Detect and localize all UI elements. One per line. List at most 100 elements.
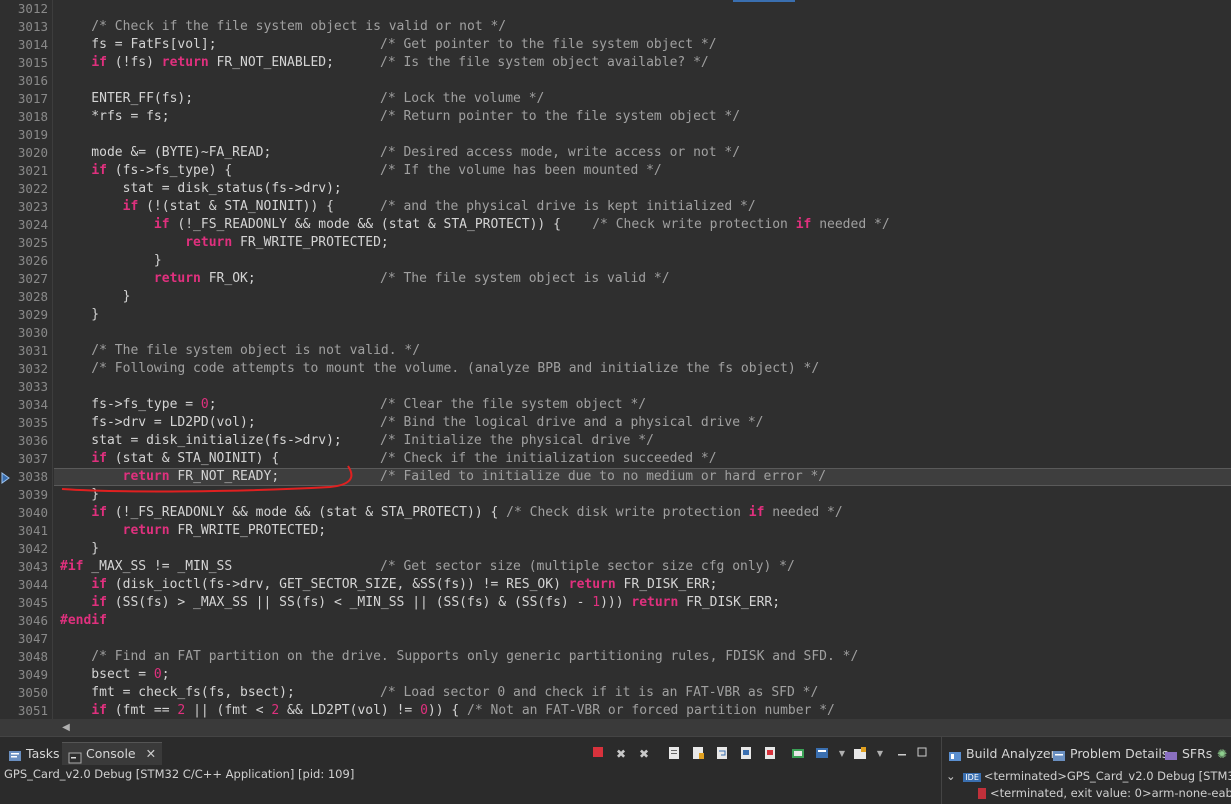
line-number: 3024 bbox=[17, 217, 48, 232]
chevron-down-icon[interactable]: ▼ bbox=[872, 746, 888, 762]
code-area[interactable]: /* Check if the file system object is va… bbox=[54, 0, 1231, 719]
tab-tasks[interactable]: Tasks bbox=[8, 745, 60, 763]
tab-build-analyzer-label: Build Analyzer bbox=[966, 746, 1056, 761]
tab-tasks-label: Tasks bbox=[26, 746, 60, 761]
code-line[interactable]: if (!_FS_READONLY && mode && (stat & STA… bbox=[54, 216, 1231, 234]
close-icon[interactable]: ✕ bbox=[146, 746, 156, 761]
code-line[interactable] bbox=[54, 126, 1231, 144]
line-number: 3025 bbox=[17, 235, 48, 250]
tab-sfrs[interactable]: SFRs bbox=[1164, 745, 1212, 763]
code-line[interactable]: return FR_OK; /* The file system object i… bbox=[54, 270, 1231, 288]
code-line[interactable]: if (fs->fs_type) {/* If the volume has b… bbox=[54, 162, 1231, 180]
line-number: 3029 bbox=[17, 307, 48, 322]
code-line[interactable]: } bbox=[54, 306, 1231, 324]
code-comment: /* Is the file system object available? … bbox=[380, 55, 709, 70]
show-on-error-button[interactable] bbox=[762, 746, 778, 762]
show-on-output-button[interactable] bbox=[738, 746, 754, 762]
tree-item-terminated-launch[interactable]: ⌄ IDE <terminated>GPS_Card_v2.0 Debug [ST… bbox=[946, 769, 1231, 783]
code-line[interactable]: if (SS(fs) > _MAX_SS || SS(fs) < _MIN_SS… bbox=[54, 594, 1231, 612]
code-text: fmt = check_fs(fs, bsect); bbox=[60, 685, 295, 700]
line-number: 3043 bbox=[17, 559, 48, 574]
code-line[interactable] bbox=[54, 0, 1231, 18]
code-text: if (SS(fs) > _MAX_SS || SS(fs) < _MIN_SS… bbox=[91, 595, 781, 610]
code-text: stat = disk_status(fs->drv); bbox=[60, 181, 342, 196]
chevron-down-icon[interactable]: ▼ bbox=[834, 746, 850, 762]
code-text: } bbox=[60, 253, 162, 268]
code-line[interactable]: } bbox=[54, 288, 1231, 306]
code-line[interactable]: /* The file system object is not valid. … bbox=[54, 342, 1231, 360]
maximize-icon[interactable] bbox=[914, 746, 930, 762]
code-line[interactable] bbox=[54, 630, 1231, 648]
code-line[interactable]: /* Find an FAT partition on the drive. S… bbox=[54, 648, 1231, 666]
line-number: 3050 bbox=[17, 685, 48, 700]
highlighted-code-line[interactable]: return FR_NOT_READY; /* Failed to initial… bbox=[54, 468, 1231, 486]
line-number: 3046 bbox=[17, 613, 48, 628]
code-comment: /* Lock the volume */ bbox=[380, 91, 545, 106]
code-line[interactable]: #if _MAX_SS != _MIN_SS /* Get sector size… bbox=[54, 558, 1231, 576]
word-wrap-button[interactable] bbox=[714, 746, 730, 762]
open-console-button[interactable] bbox=[852, 746, 868, 762]
tab-console[interactable]: Console ✕ bbox=[62, 742, 163, 765]
code-line[interactable]: ENTER_FF(fs); /* Lock the volume */ bbox=[54, 90, 1231, 108]
code-line[interactable] bbox=[54, 72, 1231, 90]
code-line[interactable]: /* Following code attempts to mount the … bbox=[54, 360, 1231, 378]
display-selected-console-button[interactable] bbox=[814, 746, 830, 762]
code-line[interactable]: if (stat & STA_NOINIT) {/* Check if the … bbox=[54, 450, 1231, 468]
code-line[interactable]: fmt = check_fs(fs, bsect); /* Load sector… bbox=[54, 684, 1231, 702]
code-text: } bbox=[60, 487, 100, 502]
horizontal-scrollbar[interactable]: ◀ bbox=[0, 719, 1231, 736]
line-number: 3042 bbox=[17, 541, 48, 556]
code-line[interactable]: stat = disk_initialize(fs->drv); /* Initi… bbox=[54, 432, 1231, 450]
code-line[interactable]: return FR_WRITE_PROTECTED; bbox=[54, 522, 1231, 540]
code-line[interactable]: if (fmt == 2 || (fmt < 2 && LD2PT(vol) !… bbox=[54, 702, 1231, 719]
scroll-lock-button[interactable] bbox=[690, 746, 706, 762]
terminate-button[interactable] bbox=[590, 746, 606, 762]
chevron-down-icon[interactable]: ⌄ bbox=[946, 769, 956, 783]
code-line[interactable]: if (disk_ioctl(fs->drv, GET_SECTOR_SIZE,… bbox=[54, 576, 1231, 594]
scroll-left-icon[interactable]: ◀ bbox=[60, 721, 72, 734]
clear-console-button[interactable] bbox=[666, 746, 682, 762]
code-line[interactable]: stat = disk_status(fs->drv); bbox=[54, 180, 1231, 198]
code-text: if (!(stat & STA_NOINIT)) { bbox=[122, 199, 334, 214]
code-line[interactable]: if (!(stat & STA_NOINIT)) {/* and the ph… bbox=[54, 198, 1231, 216]
pin-console-button[interactable] bbox=[790, 746, 806, 762]
code-line[interactable]: } bbox=[54, 486, 1231, 504]
line-number: 3040 bbox=[17, 505, 48, 520]
code-line[interactable]: if (!_FS_READONLY && mode && (stat & STA… bbox=[54, 504, 1231, 522]
code-line[interactable]: if (!fs) return FR_NOT_ENABLED; /* Is the… bbox=[54, 54, 1231, 72]
code-line[interactable]: fs = FatFs[vol]; /* Get pointer to the fi… bbox=[54, 36, 1231, 54]
code-text: fs->fs_type = 0; bbox=[60, 397, 217, 412]
code-line[interactable]: fs->drv = LD2PD(vol); /* Bind the logical… bbox=[54, 414, 1231, 432]
code-line[interactable] bbox=[54, 378, 1231, 396]
code-line[interactable]: #endif bbox=[54, 612, 1231, 630]
tab-problem-details[interactable]: Problem Details bbox=[1052, 745, 1168, 763]
code-line[interactable]: } bbox=[54, 540, 1231, 558]
code-line[interactable]: bsect = 0; bbox=[54, 666, 1231, 684]
line-number: 3012 bbox=[17, 1, 48, 16]
code-line[interactable]: fs->fs_type = 0; /* Clear the file system… bbox=[54, 396, 1231, 414]
code-text: /* The file system object is not valid. … bbox=[60, 343, 421, 358]
tab-build-analyzer[interactable]: Build Analyzer bbox=[948, 745, 1056, 763]
code-text: bsect = 0; bbox=[60, 667, 170, 682]
code-line[interactable]: /* Check if the file system object is va… bbox=[54, 18, 1231, 36]
line-number: 3016 bbox=[17, 73, 48, 88]
problem-details-icon bbox=[1052, 749, 1066, 761]
code-comment: /* Clear the file system object */ bbox=[380, 397, 647, 412]
tree-item-process[interactable]: <terminated, exit value: 0>arm-none-eabi… bbox=[978, 786, 1231, 800]
code-line[interactable]: mode &= (BYTE)~FA_READ; /* Desired access… bbox=[54, 144, 1231, 162]
code-line[interactable]: return FR_WRITE_PROTECTED; bbox=[54, 234, 1231, 252]
remove-all-terminated-button[interactable]: ✖ bbox=[636, 746, 652, 762]
process-icon bbox=[978, 788, 986, 799]
code-line[interactable] bbox=[54, 324, 1231, 342]
minimize-icon[interactable] bbox=[894, 746, 910, 762]
code-text: /* Following code attempts to mount the … bbox=[60, 361, 820, 376]
remove-launch-button[interactable]: ✖ bbox=[613, 746, 629, 762]
line-number: 3045 bbox=[17, 595, 48, 610]
code-text: if (!_FS_READONLY && mode && (stat & STA… bbox=[153, 217, 890, 232]
code-editor[interactable]: 3012 3013 3014 3015 3016 3017 3018 3019 3020 3021… bbox=[0, 0, 1231, 719]
build-analyzer-icon bbox=[948, 749, 962, 761]
code-line[interactable]: *rfs = fs; /* Return pointer to the file … bbox=[54, 108, 1231, 126]
code-comment: /* If the volume has been mounted */ bbox=[380, 163, 662, 178]
sun-icon[interactable]: ✺ bbox=[1214, 746, 1230, 762]
code-line[interactable]: } bbox=[54, 252, 1231, 270]
